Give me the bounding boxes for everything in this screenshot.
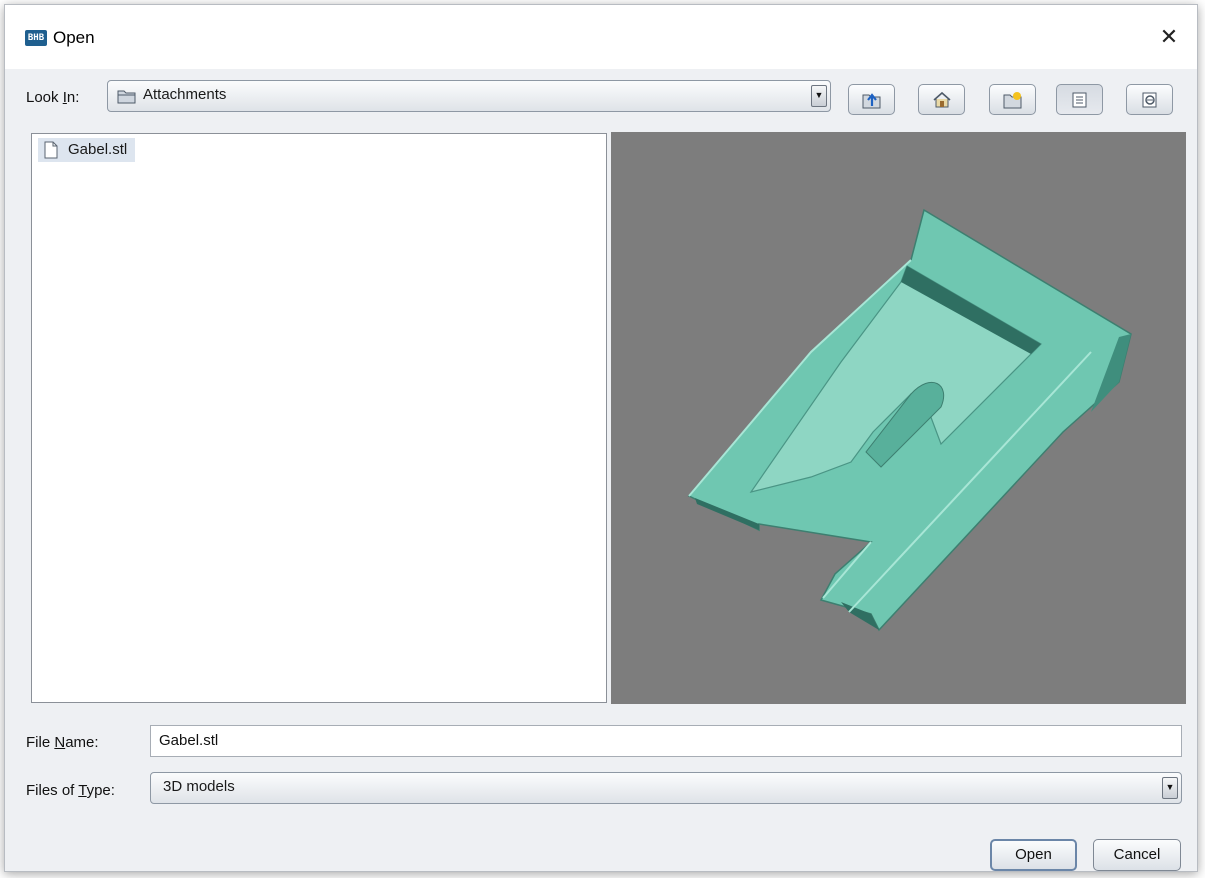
file-type-label: Files of Type: (26, 782, 115, 799)
file-name-label: File Name: (26, 734, 99, 751)
look-in-label: Look In: (26, 89, 80, 106)
folder-icon (117, 90, 136, 104)
file-name-label: Gabel.stl (68, 141, 128, 158)
close-icon: ✕ (1159, 24, 1179, 49)
file-type-dropdown-arrow[interactable]: ▼ (1162, 777, 1178, 799)
title-bar: BHB Open ✕ (5, 5, 1197, 69)
look-in-dropdown-arrow[interactable]: ▼ (811, 85, 827, 107)
look-in-combo[interactable]: Attachments ▼ (107, 80, 831, 112)
new-folder-button[interactable] (989, 84, 1036, 115)
up-folder-icon (862, 93, 881, 109)
close-button[interactable]: ✕ (1155, 23, 1183, 51)
app-icon: BHB (25, 30, 47, 46)
model-preview (611, 132, 1186, 704)
file-type-value: 3D models (163, 778, 235, 795)
cancel-button[interactable]: Cancel (1093, 839, 1181, 871)
file-list[interactable]: Gabel.stl (31, 133, 607, 703)
details-view-button[interactable] (1126, 84, 1173, 115)
file-type-combo[interactable]: 3D models ▼ (150, 772, 1182, 804)
up-one-level-button[interactable] (848, 84, 895, 115)
details-view-icon (1142, 92, 1157, 108)
open-dialog: BHB Open ✕ Look In: Attachments ▼ Gabel.… (4, 4, 1198, 872)
file-icon (44, 141, 58, 159)
list-view-button[interactable] (1056, 84, 1103, 115)
dialog-title: Open (53, 28, 95, 47)
new-folder-icon (1003, 92, 1022, 109)
list-view-icon (1072, 92, 1087, 108)
look-in-value: Attachments (143, 86, 227, 103)
file-name-field[interactable] (150, 725, 1182, 757)
open-button[interactable]: Open (990, 839, 1077, 871)
home-button[interactable] (918, 84, 965, 115)
model-render (687, 208, 1132, 632)
list-item[interactable]: Gabel.stl (38, 138, 136, 162)
file-name-input[interactable] (159, 732, 1159, 749)
home-icon (933, 91, 951, 108)
